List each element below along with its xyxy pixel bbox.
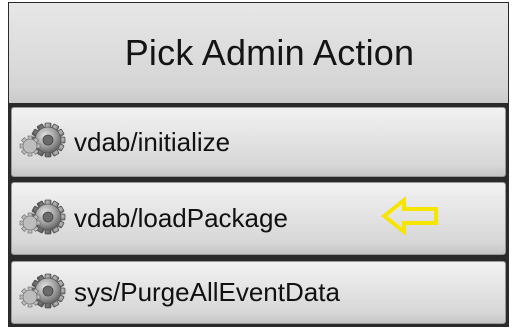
page-title: Pick Admin Action	[124, 32, 415, 73]
action-item-purge-all-event-data[interactable]: sys/PurgeAllEventData	[11, 261, 506, 324]
dialog-header: Pick Admin Action	[9, 3, 508, 103]
gear-icon	[16, 114, 72, 170]
admin-action-dialog: Pick Admin Action vdab/initialize vdab/l…	[8, 2, 509, 327]
action-item-initialize[interactable]: vdab/initialize	[11, 107, 506, 177]
gear-icon	[16, 191, 72, 247]
action-label: sys/PurgeAllEventData	[74, 277, 340, 307]
gear-icon	[16, 265, 72, 321]
action-label: vdab/initialize	[74, 126, 231, 157]
action-label: vdab/loadPackage	[74, 203, 288, 233]
arrow-left-icon	[380, 196, 438, 236]
